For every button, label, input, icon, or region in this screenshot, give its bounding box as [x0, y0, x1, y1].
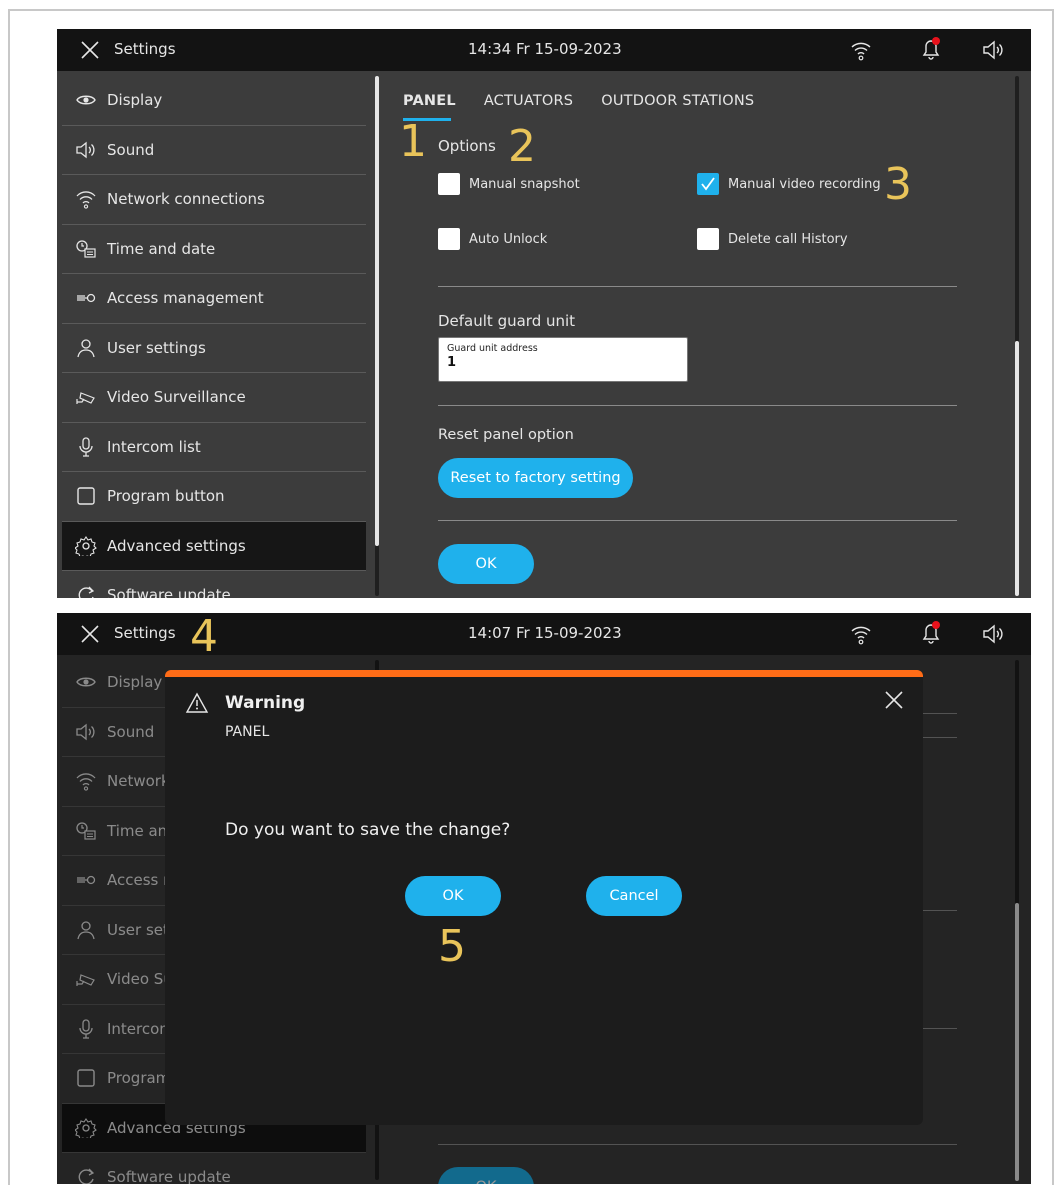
sidebar-item-label: User settings	[107, 338, 206, 357]
panel-settings-main: PANEL ACTUATORS OUTDOOR STATIONS Options…	[387, 71, 1017, 598]
clock-calendar-icon	[76, 240, 96, 258]
reset-panel-label: Reset panel option	[438, 427, 574, 443]
sidebar-item-program-button[interactable]: Program button	[62, 472, 366, 522]
topbar-datetime: 14:34 Fr 15-09-2023	[468, 40, 622, 58]
options-heading: Options	[438, 137, 496, 155]
settings-sidebar: Display Sound Network connections Time a…	[62, 76, 366, 598]
sidebar-item-label: Display	[107, 91, 163, 110]
tab-outdoor-stations[interactable]: OUTDOOR STATIONS	[601, 93, 754, 113]
sidebar-item-network[interactable]: Network connections	[62, 175, 366, 225]
bell-icon[interactable]	[919, 36, 943, 62]
divider	[438, 286, 957, 287]
annotation-number: 4	[190, 611, 218, 662]
option-label: Auto Unlock	[469, 231, 548, 247]
dialog-ok-button[interactable]: OK	[405, 876, 501, 916]
top-bar: Settings 14:34 Fr 15-09-2023	[57, 29, 1031, 71]
speaker-icon	[76, 141, 95, 159]
dialog-cancel-button[interactable]: Cancel	[586, 876, 682, 916]
field-value: 1	[447, 355, 457, 370]
sidebar-item-sound[interactable]: Sound	[62, 126, 366, 175]
tab-actuators[interactable]: ACTUATORS	[484, 93, 573, 113]
sidebar-item-label: Access management	[107, 289, 264, 308]
dialog-message: Do you want to save the change?	[225, 820, 511, 840]
checkbox[interactable]	[438, 228, 460, 250]
topbar-title: Settings	[114, 40, 176, 58]
dialog-title: Warning	[225, 693, 306, 713]
sidebar-scrollbar[interactable]	[375, 76, 379, 546]
key-icon	[77, 294, 96, 303]
ok-button[interactable]: OK	[438, 544, 534, 584]
option-delete-call-history[interactable]: Delete call History	[697, 228, 848, 250]
user-icon	[77, 339, 95, 357]
checkmark-icon	[701, 177, 715, 191]
refresh-icon	[78, 586, 95, 598]
annotation-number: 1	[399, 116, 427, 167]
bell-icon[interactable]	[919, 620, 943, 646]
sidebar-item-intercom-list[interactable]: Intercom list	[62, 423, 366, 472]
annotation-number: 3	[884, 159, 912, 210]
sidebar-item-access-management[interactable]: Access management	[62, 274, 366, 324]
eye-icon	[76, 95, 96, 105]
speaker-icon[interactable]	[981, 623, 1005, 645]
sidebar-item-label: Advanced settings	[107, 536, 246, 555]
wifi-icon	[76, 191, 96, 209]
microphone-icon	[79, 437, 93, 457]
sidebar-item-video-surveillance[interactable]: Video Surveillance	[62, 373, 366, 423]
topbar-title: Settings	[114, 624, 176, 642]
gear-icon	[75, 535, 97, 556]
close-icon[interactable]	[79, 623, 101, 645]
option-manual-snapshot[interactable]: Manual snapshot	[438, 173, 580, 195]
sidebar-item-label: Intercom list	[107, 437, 201, 456]
sidebar-item-label: Network connections	[107, 190, 265, 209]
settings-screen-panel: Settings 14:34 Fr 15-09-2023 Display Sou…	[57, 29, 1031, 598]
settings-screen-save-dialog: Settings 14:07 Fr 15-09-2023 Display Sou…	[57, 613, 1031, 1184]
wifi-icon[interactable]	[849, 622, 873, 646]
checkbox-checked[interactable]	[697, 173, 719, 195]
main-scrollbar[interactable]	[1015, 341, 1019, 596]
sidebar-item-software-update[interactable]: Software update	[62, 571, 366, 598]
sidebar-item-advanced-settings[interactable]: Advanced settings	[62, 521, 366, 571]
annotation-number: 2	[508, 121, 536, 172]
close-icon[interactable]	[883, 689, 905, 711]
sidebar-item-label: Video Surveillance	[107, 388, 246, 407]
sidebar-item-user-settings[interactable]: User settings	[62, 324, 366, 373]
tab-bar: PANEL ACTUATORS OUTDOOR STATIONS	[403, 93, 754, 121]
topbar-datetime: 14:07 Fr 15-09-2023	[468, 624, 622, 642]
warning-dialog: Warning PANEL Do you want to save the ch…	[165, 670, 923, 1125]
guard-unit-label: Default guard unit	[438, 312, 576, 330]
sidebar-item-label: Software update	[107, 586, 231, 598]
sidebar-item-label: Sound	[107, 140, 155, 159]
wifi-icon[interactable]	[849, 38, 873, 62]
camera-icon	[76, 392, 95, 405]
checkbox[interactable]	[438, 173, 460, 195]
divider	[438, 405, 957, 406]
guard-unit-address-field[interactable]: Guard unit address 1	[438, 337, 688, 382]
warning-icon	[185, 692, 209, 713]
checkbox[interactable]	[697, 228, 719, 250]
option-label: Delete call History	[728, 231, 848, 247]
option-label: Manual video recording	[728, 176, 881, 192]
field-label: Guard unit address	[447, 343, 538, 354]
close-icon[interactable]	[79, 39, 101, 61]
divider	[438, 520, 957, 521]
reset-factory-button[interactable]: Reset to factory setting	[438, 458, 633, 498]
sidebar-item-time-and-date[interactable]: Time and date	[62, 225, 366, 274]
sidebar-item-display[interactable]: Display	[62, 76, 366, 126]
speaker-icon[interactable]	[981, 39, 1005, 61]
option-manual-video-recording[interactable]: Manual video recording	[697, 173, 881, 195]
dialog-accent-bar	[165, 670, 923, 677]
square-icon	[77, 487, 95, 505]
annotation-number: 5	[438, 921, 466, 972]
option-auto-unlock[interactable]: Auto Unlock	[438, 228, 547, 250]
sidebar-item-label: Time and date	[107, 239, 216, 258]
dialog-subtitle: PANEL	[225, 724, 270, 740]
option-label: Manual snapshot	[469, 176, 580, 192]
tab-panel[interactable]: PANEL	[403, 93, 456, 121]
sidebar-item-label: Program button	[107, 487, 225, 506]
